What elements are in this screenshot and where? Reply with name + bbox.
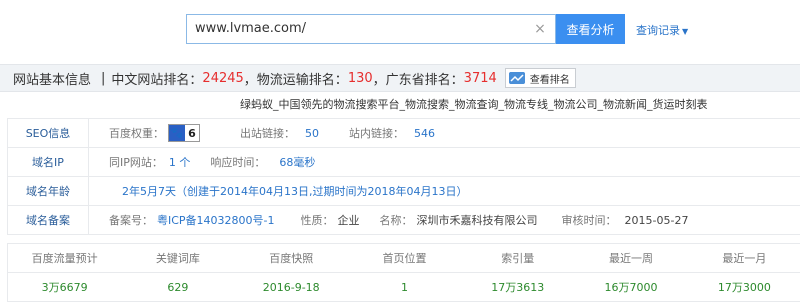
company-name-value: 深圳市禾嘉科技有限公司: [416, 214, 538, 227]
stats-header: 首页位置: [382, 252, 427, 265]
analyze-button[interactable]: 查看分析: [556, 14, 625, 44]
stats-value[interactable]: 3万6679: [8, 279, 121, 295]
baidu-weight-label: 百度权重：: [109, 127, 164, 140]
inbound-label: 站内链接：: [349, 127, 404, 140]
domain-age-row: 域名年龄 2年5月7天（创建于2014年04月13日,过期时间为2018年04月…: [7, 176, 800, 206]
chevron-down-icon: ▼: [682, 27, 689, 36]
paw-icon: 🐾: [169, 125, 185, 141]
stats-header: 百度流量预计: [31, 252, 98, 265]
record-no-label: 备案号：: [109, 214, 153, 227]
rank-cn-value: 24245: [202, 70, 244, 86]
domain-age-label: 域名年龄: [8, 177, 89, 205]
query-history-link[interactable]: 查询记录 ▼: [636, 22, 688, 38]
rank-cn-label: 中文网站排名：: [111, 72, 203, 88]
rank-gd-value: 3714: [463, 70, 497, 86]
nature-label: 性质：: [300, 214, 334, 227]
trend-chart-icon: [508, 72, 525, 84]
stats-value[interactable]: 17万3613: [461, 279, 574, 295]
clear-icon[interactable]: ×: [525, 14, 556, 44]
domain-age-value: 2年5月7天（创建于2014年04月13日,过期时间为2018年04月13日）: [122, 185, 468, 198]
stats-header: 最近一月: [722, 252, 767, 265]
stats-value[interactable]: 629: [121, 281, 234, 294]
traffic-stats-table: 百度流量预计 关键词库 百度快照 首页位置 索引量 最近一周 最近一月 3万66…: [7, 243, 800, 302]
same-ip-value[interactable]: 1 个: [169, 154, 191, 170]
stats-value-row: 3万6679 629 2016-9-18 1 17万3613 16万7000 1…: [8, 273, 800, 301]
review-date-value: 2015-05-27: [624, 213, 689, 227]
stats-header: 索引量: [501, 252, 535, 265]
domain-record-row: 域名备案 备案号： 粤ICP备14032800号-1 性质： 企业 名称： 深圳…: [7, 205, 800, 235]
stats-value[interactable]: 17万3000: [688, 279, 800, 295]
site-description: 绿蚂蚁_中国领先的物流搜索平台_物流搜索_物流查询_物流专线_物流公司_物流新闻…: [240, 98, 708, 111]
basic-info-header: 网站基本信息 | 中文网站排名： 24245， 物流运输排名： 130， 广东省排名…: [0, 64, 800, 92]
stats-header: 最近一周: [609, 252, 654, 265]
separator: |: [101, 70, 106, 86]
outbound-label: 出站链接：: [240, 127, 295, 140]
stats-header: 关键词库: [155, 252, 200, 265]
stats-value[interactable]: 16万7000: [574, 279, 687, 295]
rank-logistics-label: 物流运输排名：: [256, 72, 348, 88]
stats-value[interactable]: 2016-9-18: [235, 281, 348, 294]
seo-row: SEO信息 百度权重： 🐾 6 出站链接： 50 站内链接： 546: [7, 118, 800, 148]
search-input[interactable]: [186, 14, 525, 44]
rank-gd-label: 广东省排名：: [385, 72, 464, 88]
nature-value: 企业: [337, 214, 360, 227]
review-date-label: 审核时间：: [561, 214, 617, 227]
stats-header-row: 百度流量预计 关键词库 百度快照 首页位置 索引量 最近一周 最近一月: [8, 244, 800, 273]
record-no-value[interactable]: 粤ICP备14032800号-1: [157, 212, 275, 228]
stats-header: 百度快照: [269, 252, 314, 265]
inbound-value[interactable]: 546: [414, 127, 435, 140]
stats-value[interactable]: 1: [348, 281, 461, 294]
view-rank-label: 查看排名: [529, 74, 570, 86]
search-bar: × 查看分析: [186, 14, 625, 44]
same-ip-label: 同IP网站：: [109, 156, 163, 169]
ip-row: 域名IP 同IP网站： 1 个 响应时间： 68毫秒: [7, 147, 800, 177]
seo-label: SEO信息: [8, 119, 89, 147]
rank-logistics-value: 130: [347, 70, 373, 86]
response-label: 响应时间：: [210, 156, 266, 169]
query-history-label: 查询记录: [636, 24, 680, 37]
domain-record-label: 域名备案: [8, 206, 89, 234]
baidu-weight-value: 6: [185, 126, 199, 140]
view-rank-button[interactable]: 查看排名: [504, 68, 576, 88]
section-title: 网站基本信息: [13, 72, 92, 88]
baidu-weight-badge[interactable]: 🐾 6: [168, 124, 200, 142]
company-name-label: 名称：: [379, 214, 413, 227]
response-value: 68毫秒: [279, 156, 316, 169]
outbound-value[interactable]: 50: [305, 127, 319, 140]
ip-label: 域名IP: [8, 148, 89, 176]
